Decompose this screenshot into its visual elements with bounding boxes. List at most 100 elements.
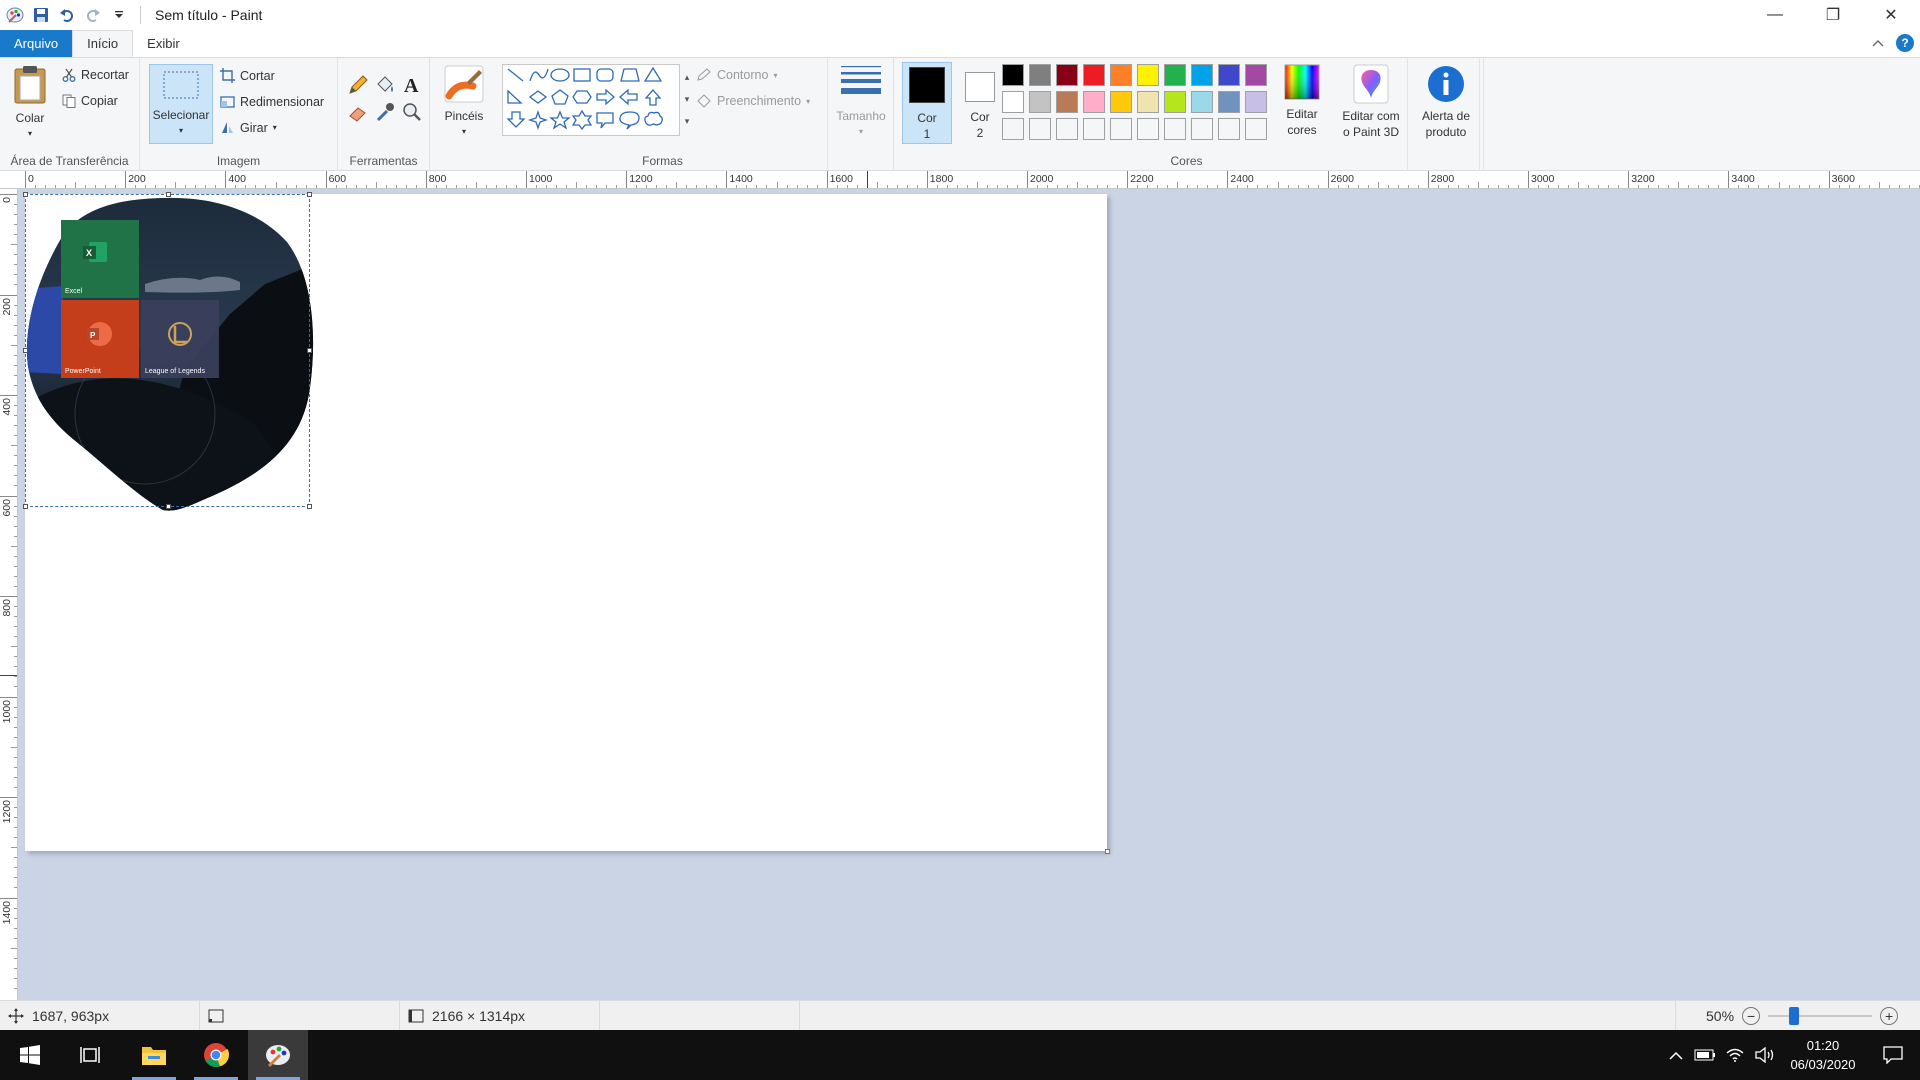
edit-colors-button[interactable]: Editar cores [1274, 64, 1330, 138]
outline-button[interactable]: Contorno ▾ [696, 68, 777, 82]
copy-button[interactable]: Copiar [62, 94, 118, 108]
palette-swatch-empty[interactable] [1110, 118, 1132, 140]
pencil-icon[interactable] [347, 74, 369, 96]
palette-swatch[interactable] [1245, 91, 1267, 113]
collapse-ribbon-icon[interactable] [1872, 36, 1884, 50]
selection-handle-left[interactable] [23, 348, 28, 353]
palette-swatch[interactable] [1110, 91, 1132, 113]
rectangle-shape-icon [573, 68, 591, 82]
color-picker-icon[interactable] [374, 101, 396, 123]
selection-handle-bottom-right[interactable] [307, 504, 312, 509]
product-alert-button[interactable]: Alerta de produto [1412, 64, 1480, 140]
text-tool-icon[interactable]: A [401, 74, 423, 97]
paste-button[interactable]: Colar ▾ [6, 64, 54, 142]
palette-swatch[interactable] [1164, 64, 1186, 86]
redo-icon[interactable] [84, 6, 102, 24]
clock[interactable]: 01:20 06/03/2020 [1780, 1036, 1866, 1074]
palette-swatch-empty[interactable] [1191, 118, 1213, 140]
palette-swatch[interactable] [1164, 91, 1186, 113]
close-button[interactable]: ✕ [1862, 0, 1920, 30]
resize-button[interactable]: Redimensionar [220, 94, 324, 109]
palette-swatch[interactable] [1002, 64, 1024, 86]
undo-icon[interactable] [58, 6, 76, 24]
taskbar-file-explorer[interactable] [124, 1030, 184, 1080]
ruler-minor-tick [455, 185, 457, 188]
task-view-button[interactable] [60, 1030, 120, 1080]
ruler-minor-tick [746, 185, 748, 188]
battery-icon[interactable] [1690, 1049, 1720, 1061]
tab-view[interactable]: Exibir [133, 30, 194, 57]
palette-swatch-empty[interactable] [1029, 118, 1051, 140]
selection-handle-bottom-left[interactable] [23, 504, 28, 509]
palette-swatch[interactable] [1083, 91, 1105, 113]
fill-button[interactable]: Preenchimento ▾ [696, 94, 810, 108]
selection-handle-top-right[interactable] [307, 192, 312, 197]
volume-icon[interactable] [1750, 1047, 1780, 1063]
brushes-button[interactable]: Pincéis ▾ [436, 64, 492, 140]
save-icon[interactable] [32, 6, 50, 24]
ruler-minor-tick [14, 967, 17, 969]
select-button[interactable]: Selecionar ▾ [149, 64, 213, 144]
taskbar-paint[interactable] [248, 1030, 308, 1080]
minimize-button[interactable]: — [1746, 0, 1804, 30]
palette-swatch[interactable] [1056, 64, 1078, 86]
palette-swatch-empty[interactable] [1002, 118, 1024, 140]
zoom-slider[interactable] [1768, 1007, 1873, 1025]
zoom-slider-thumb[interactable] [1789, 1007, 1800, 1025]
ruler-minor-tick [1487, 185, 1489, 188]
tab-file[interactable]: Arquivo [0, 30, 73, 57]
color2-button[interactable]: Cor 2 [958, 62, 1002, 144]
taskbar-chrome[interactable] [186, 1030, 246, 1080]
palette-swatch[interactable] [1029, 64, 1051, 86]
paste-label: Colar [15, 111, 45, 125]
palette-swatch[interactable] [1083, 64, 1105, 86]
palette-swatch-empty[interactable] [1083, 118, 1105, 140]
palette-swatch[interactable] [1245, 64, 1267, 86]
selection-handle-top[interactable] [166, 192, 171, 197]
palette-swatch[interactable] [1191, 64, 1213, 86]
palette-swatch[interactable] [1191, 91, 1213, 113]
palette-swatch[interactable] [1029, 91, 1051, 113]
palette-swatch[interactable] [1002, 91, 1024, 113]
palette-swatch[interactable] [1218, 91, 1240, 113]
size-button[interactable]: Tamanho ▾ [834, 64, 888, 140]
selection-handle-bottom[interactable] [166, 504, 171, 509]
shapes-gallery-scroll[interactable]: ▴ ▾ ▾ [682, 66, 692, 134]
palette-swatch[interactable] [1137, 91, 1159, 113]
customize-toolbar-chevron-icon[interactable] [110, 6, 128, 24]
paint-app-icon[interactable] [6, 6, 24, 24]
image-size: 2166 × 1314px [400, 1001, 600, 1031]
tray-overflow-chevron-icon[interactable] [1662, 1051, 1690, 1060]
start-button[interactable] [0, 1030, 60, 1080]
edit-with-paint3d-button[interactable]: Editar com o Paint 3D [1336, 64, 1406, 140]
selection-rectangle[interactable] [23, 192, 312, 509]
palette-swatch-empty[interactable] [1245, 118, 1267, 140]
zoom-in-icon[interactable]: + [1880, 1007, 1899, 1025]
selection-handle-right[interactable] [307, 348, 312, 353]
palette-swatch[interactable] [1137, 64, 1159, 86]
canvas-resize-handle[interactable] [1105, 849, 1110, 854]
palette-swatch[interactable] [1218, 64, 1240, 86]
palette-swatch[interactable] [1110, 64, 1132, 86]
tab-home[interactable]: Início [72, 30, 134, 57]
palette-swatch-empty[interactable] [1056, 118, 1078, 140]
fill-bucket-icon[interactable] [374, 74, 396, 96]
palette-swatch-empty[interactable] [1164, 118, 1186, 140]
notification-center-icon[interactable] [1866, 1046, 1920, 1064]
palette-swatch-empty[interactable] [1218, 118, 1240, 140]
zoom-out-icon[interactable]: − [1742, 1007, 1761, 1025]
crop-button[interactable]: Cortar [220, 68, 275, 83]
ruler-minor-tick [375, 182, 377, 188]
cut-button[interactable]: Recortar [62, 68, 129, 82]
rotate-button[interactable]: Girar ▾ [220, 120, 277, 135]
six-point-star-shape-icon [571, 109, 593, 131]
selection-handle-top-left[interactable] [23, 192, 28, 197]
magnifier-icon[interactable] [401, 101, 423, 123]
palette-swatch[interactable] [1056, 91, 1078, 113]
palette-swatch-empty[interactable] [1137, 118, 1159, 140]
color1-button[interactable]: Cor 1 [902, 62, 952, 144]
maximize-button[interactable]: ❐ [1804, 0, 1862, 30]
wifi-icon[interactable] [1720, 1048, 1750, 1062]
eraser-icon[interactable] [347, 101, 369, 123]
help-icon[interactable]: ? [1896, 34, 1914, 52]
